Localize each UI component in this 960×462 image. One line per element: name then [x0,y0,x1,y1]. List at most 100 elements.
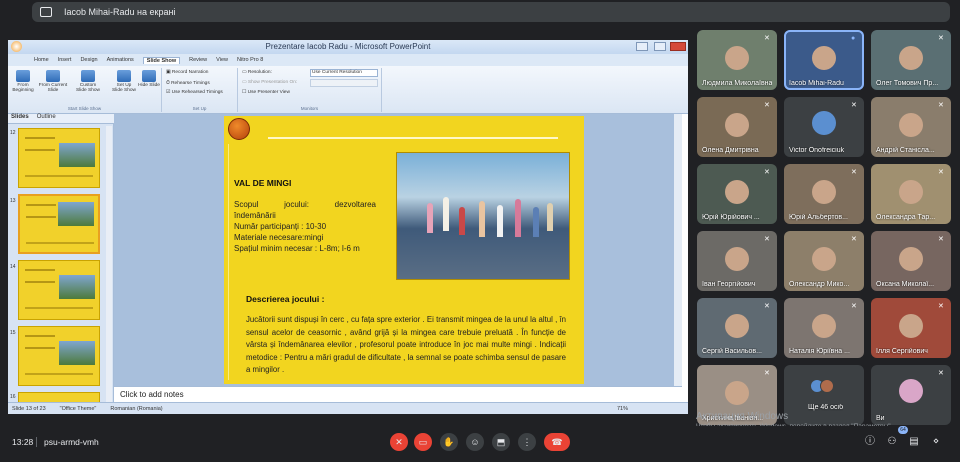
raise-hand-button[interactable]: ✋ [440,433,458,451]
rehearse-timings-label: Rehearse Timings [171,81,210,86]
maximize-icon[interactable] [654,42,666,51]
status-bar: Slide 13 of 23 "Office Theme" Romanian (… [8,402,688,414]
tab-slides[interactable]: Slides [11,114,29,123]
tab-review[interactable]: Review [189,57,207,63]
meeting-code: psu-armd-vmh [44,437,99,447]
zoom-level[interactable]: 71% [617,406,628,412]
participant-tile[interactable]: ✕ Олена Дмитрівна [697,97,777,157]
participant-video [725,180,749,204]
participant-name: Юрій Юрійович ... [702,214,760,221]
participant-tile[interactable]: ✕ Олександр Мико... [784,231,864,291]
show-on-text: Show Presentation On: [247,80,298,85]
emoji-button[interactable]: ☺ [466,433,484,451]
hide-slide-button[interactable]: Hide Slide [138,70,160,88]
tab-view[interactable]: View [216,57,228,63]
tab-outline[interactable]: Outline [37,114,56,123]
more-vert-icon: ⋮ [522,436,532,447]
slide-thumbnail[interactable] [18,260,100,320]
group-label-monitors: Monitors [300,106,319,111]
purpose-line-2: îndemânării [234,211,276,220]
game-title: VAL DE MINGI [234,178,292,188]
mic-off-button[interactable]: ✕ [390,433,408,451]
participant-tile[interactable]: ✕ Наталія Юріївна ... [784,298,864,358]
activities-icon[interactable]: ⋄ [930,436,942,448]
office-button[interactable] [11,41,22,52]
participant-tile[interactable]: ✕ Олександра Тар... [871,164,951,224]
tab-home[interactable]: Home [34,57,49,63]
slide-edit-area: VAL DE MINGI Scopul jocului: dezvoltarea… [114,114,682,386]
participant-tile[interactable]: ✕ Андрій Станісла... [871,97,951,157]
presenter-view-checkbox[interactable]: ☐ Use Presenter View [242,90,290,95]
slide-thumbnail[interactable] [18,326,100,386]
participant-name: Iacob Mihai-Radu [789,80,844,87]
mic-muted-icon: ✕ [764,370,770,377]
thumb-text [25,137,55,139]
presenting-banner-text: Iacob Mihai-Radu на екрані [64,7,176,17]
use-rehearsed-checkbox[interactable]: ☑ Use Rehearsed Timings [166,90,223,95]
presenting-banner: Iacob Mihai-Radu на екрані [32,2,950,22]
more-participants-avatars [810,379,834,393]
child-figure [497,205,503,237]
participant-tile[interactable]: ● Iacob Mihai-Radu [784,30,864,90]
participant-name: Олександра Тар... [876,214,936,221]
participant-name: Андрій Станісла... [876,147,935,154]
child-figure [479,201,485,237]
close-icon[interactable] [670,42,686,51]
camera-off-button[interactable]: ▭ [414,433,432,451]
child-figure [443,197,449,231]
mic-muted-icon: ✕ [851,303,857,310]
participant-tile[interactable]: ✕ Юрій Юрійович ... [697,164,777,224]
setup-show-button[interactable]: Set Up Slide Show [112,70,136,93]
mic-muted-icon: ✕ [938,169,944,176]
rehearse-timings-button[interactable]: ⏱ Rehearse Timings [166,80,210,86]
participant-tile[interactable]: ✕ Victor Onofreiciuk [784,97,864,157]
participant-tile[interactable]: ✕ Іван Георгійович [697,231,777,291]
people-icon[interactable]: ⚇ [886,436,898,448]
participant-video [899,180,923,204]
pane-scrollbar[interactable] [106,126,112,404]
participant-tile[interactable]: ✕ Олег Томович Пр... [871,30,951,90]
participant-name: Victor Onofreiciuk [789,147,845,154]
participant-tile[interactable]: ✕ Людмила Миколаївна [697,30,777,90]
participant-tile[interactable]: ✕ Юрій Альбертов... [784,164,864,224]
more-options-button[interactable]: ⋮ [518,433,536,451]
tab-design[interactable]: Design [80,57,97,63]
from-current-button[interactable]: From Current Slide [38,70,68,93]
tab-insert[interactable]: Insert [58,57,72,63]
participant-tile[interactable]: ✕ Оксана Миколаї... [871,231,951,291]
participant-tile[interactable]: ✕ Сергій Васильов... [697,298,777,358]
slide-thumbnail-selected[interactable] [18,194,100,254]
notes-pane[interactable]: Click to add notes [114,386,682,402]
tab-nitro[interactable]: Nitro Pro 8 [237,57,263,63]
thumb-text [26,242,94,244]
present-button[interactable]: ⬒ [492,433,510,451]
slide-thumbnail[interactable] [18,128,100,188]
minimize-icon[interactable] [636,42,648,51]
group-start-slide-show: From Beginning From Current Slide Custom… [8,68,162,112]
from-beginning-button[interactable]: From Beginning [10,70,36,93]
show-on-select[interactable] [310,79,378,87]
participant-tile[interactable]: ✕ Ілля Сергійович [871,298,951,358]
thumb-photo [59,275,95,299]
end-call-button[interactable]: ☎ [544,433,570,451]
slideshow-icon [46,70,60,82]
thumb-text [25,149,55,151]
thumb-text [25,269,55,271]
setup-icon [117,70,131,82]
materials-text: Materiale necesare:mingi [234,233,324,242]
tab-animations[interactable]: Animations [107,57,134,63]
slide-scrollbar[interactable] [674,114,682,386]
thumb-number: 15 [10,330,16,336]
chat-icon[interactable]: ▤ [908,436,920,448]
tab-slide-show[interactable]: Slide Show [142,56,181,64]
custom-show-button[interactable]: Custom Slide Show [74,70,102,93]
current-slide[interactable]: VAL DE MINGI Scopul jocului: dezvoltarea… [224,116,584,384]
mic-muted-icon: ✕ [851,102,857,109]
participant-name: Оксана Миколаї... [876,281,935,288]
record-narration-button[interactable]: ▣ Record Narration [166,70,208,75]
clock: 13:28 [12,437,34,447]
language[interactable]: Romanian (Romania) [110,406,162,412]
participant-name: Олег Томович Пр... [876,80,939,87]
info-icon[interactable]: ⓘ [864,436,876,448]
resolution-select[interactable]: Use Current Resolution [310,69,378,77]
